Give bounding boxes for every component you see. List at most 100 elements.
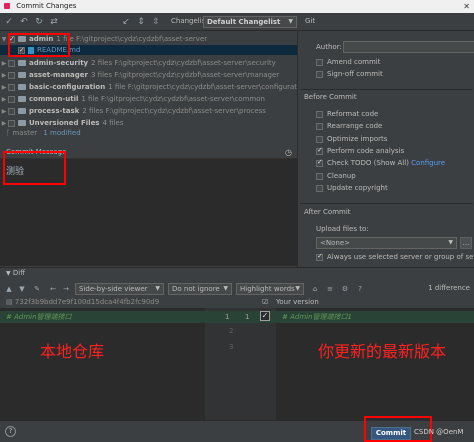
tree-checkbox[interactable]: [8, 59, 15, 67]
chevron-down-icon: ▼: [295, 285, 300, 292]
always-use-option[interactable]: Always use selected server or group of s…: [316, 252, 474, 261]
checkbox[interactable]: [316, 122, 323, 130]
expand-arrow-icon[interactable]: ▶: [0, 107, 8, 117]
right-line-number: 3: [229, 343, 234, 351]
include-change-checkbox[interactable]: ✓: [260, 311, 270, 321]
expand-arrow-icon[interactable]: ▶: [0, 95, 8, 105]
chevron-down-icon: ▼: [155, 285, 160, 292]
help-icon[interactable]: ?: [355, 284, 365, 294]
left-code-line: # Admin管理端接口: [0, 311, 205, 323]
upload-label: Upload files to:: [316, 225, 369, 233]
tree-node-unversioned[interactable]: ▶ Unversioned Files 4 files: [0, 118, 297, 128]
tree-checkbox[interactable]: [8, 107, 15, 115]
difference-count: 1 difference: [428, 284, 470, 292]
left-line-number: 1: [225, 313, 230, 321]
checkbox[interactable]: [316, 158, 323, 167]
window-title: Commit Changes: [16, 2, 77, 10]
optimize-imports-option[interactable]: Optimize imports: [316, 135, 387, 143]
rearrange-code-option[interactable]: Rearrange code: [316, 122, 382, 130]
tree-checkbox[interactable]: [8, 71, 15, 79]
chevron-down-icon: ▼: [223, 285, 228, 292]
right-code-line: # Admin管理端接口1: [276, 311, 474, 323]
edit-icon[interactable]: ✎: [32, 284, 42, 294]
up-arrow-icon[interactable]: ▲: [4, 284, 14, 294]
tree-checkbox[interactable]: [8, 119, 15, 127]
git-options-panel: Author: Amend commit Sign-off commit Bef…: [297, 31, 474, 267]
arrow-icon[interactable]: ↙: [120, 16, 132, 28]
tree-node-common-util[interactable]: ▶ common-util 1 file F:\gitproject\cydz\cy…: [0, 94, 297, 104]
configure-link[interactable]: Configure: [411, 159, 445, 167]
checkbox[interactable]: [316, 146, 323, 155]
modified-count[interactable]: 1 modified: [43, 129, 80, 137]
diff-header[interactable]: ▼ Diff: [0, 267, 474, 278]
upload-server-select[interactable]: <None> ▼: [316, 237, 457, 249]
checkbox[interactable]: [316, 135, 323, 143]
branch-name: master: [12, 129, 38, 137]
expand-arrow-icon[interactable]: ▶: [0, 71, 8, 81]
main-toolbar: ✓ ↶ ↻ ⇄ ↙ ⇕ ⇳ Changelist: Default Change…: [0, 13, 474, 31]
lock-icon[interactable]: ⌂: [310, 284, 320, 294]
amend-commit-option[interactable]: Amend commit: [316, 58, 380, 66]
collapse-icon[interactable]: ⇳: [150, 16, 162, 28]
annotation-local-repo: 本地仓库: [40, 342, 105, 361]
diff-label: Diff: [12, 269, 26, 277]
back-icon[interactable]: ←: [48, 284, 58, 294]
vcs-status-line: ᚴ master 1 modified: [0, 128, 297, 138]
tree-node-process-task[interactable]: ▶ process-task 2 files F:\gitproject\cydz\…: [0, 106, 297, 116]
checkbox[interactable]: [316, 58, 323, 66]
forward-icon[interactable]: →: [61, 284, 71, 294]
right-line-number: 2: [229, 327, 234, 335]
history-icon[interactable]: ◷: [285, 147, 292, 158]
highlight-select[interactable]: Highlight words ▼: [236, 283, 304, 295]
expand-arrow-icon[interactable]: ▶: [0, 59, 8, 69]
sign-off-option[interactable]: Sign-off commit: [316, 70, 383, 78]
before-commit-header: Before Commit: [304, 93, 357, 101]
collapse-lines-icon[interactable]: ≡: [325, 284, 335, 294]
folder-icon: [18, 108, 26, 114]
refresh-icon[interactable]: ↻: [33, 16, 45, 28]
tree-node-asset-manager[interactable]: ▶ asset-manager 3 files F:\gitproject\cydz…: [0, 70, 297, 80]
changelist-select[interactable]: Default Changelist ▼: [203, 16, 297, 28]
tree-node-admin-security[interactable]: ▶ admin-security 2 files F:\gitproject\cyd…: [0, 58, 297, 68]
app-icon: [4, 3, 10, 9]
checkbox[interactable]: [316, 184, 323, 192]
annotation-latest-version: 你更新的最新版本: [318, 342, 447, 361]
upload-server-value: <None>: [320, 239, 350, 247]
folder-icon: [18, 84, 26, 90]
gear-icon[interactable]: ⚙: [340, 284, 350, 294]
cleanup-option[interactable]: Cleanup: [316, 172, 356, 180]
close-icon[interactable]: ✕: [463, 0, 470, 13]
reformat-code-option[interactable]: Reformat code: [316, 110, 378, 118]
checkbox[interactable]: [316, 172, 323, 180]
author-label: Author:: [316, 43, 342, 51]
perform-analysis-option[interactable]: Perform code analysis: [316, 146, 404, 155]
tree-node-basic-configuration[interactable]: ▶ basic-configuration 1 file F:\gitproject…: [0, 82, 308, 93]
ignore-select[interactable]: Do not ignore ▼: [168, 283, 232, 295]
diff-viewer[interactable]: # Admin管理端接口 1 1 2 3 ✓ # Admin管理端接口1 本地仓…: [0, 308, 474, 420]
diff-icon[interactable]: ⇄: [48, 16, 60, 28]
collapse-arrow-icon[interactable]: ▼: [0, 35, 8, 45]
viewer-select[interactable]: Side-by-side viewer ▼: [75, 283, 164, 295]
update-copyright-option[interactable]: Update copyright: [316, 184, 388, 192]
diff-toolbar: ▲ ▼ ✎ ← → Side-by-side viewer ▼ Do not ig…: [0, 282, 474, 296]
undo-icon[interactable]: ↶: [18, 16, 30, 28]
window-titlebar: Commit Changes ✕: [0, 0, 474, 13]
right-path-checkbox[interactable]: ☑: [262, 297, 268, 307]
chevron-down-icon: ▼: [448, 239, 453, 246]
watermark: CSDN @OenM: [414, 428, 464, 436]
author-field[interactable]: [343, 41, 474, 53]
help-button[interactable]: ?: [5, 426, 16, 437]
folder-icon: [18, 120, 26, 126]
collapse-arrow-icon[interactable]: ▼: [6, 270, 11, 277]
checkbox[interactable]: [316, 110, 323, 118]
expand-icon[interactable]: ⇕: [135, 16, 147, 28]
down-arrow-icon[interactable]: ▼: [17, 284, 27, 294]
tree-checkbox[interactable]: [8, 83, 15, 91]
check-icon[interactable]: ✓: [3, 16, 15, 28]
tree-checkbox[interactable]: [8, 95, 15, 103]
expand-arrow-icon[interactable]: ▶: [0, 83, 8, 93]
checkbox[interactable]: [316, 252, 323, 261]
browse-servers-button[interactable]: ...: [460, 237, 472, 249]
check-todo-option[interactable]: Check TODO (Show All) Configure: [316, 158, 445, 167]
checkbox[interactable]: [316, 70, 323, 78]
